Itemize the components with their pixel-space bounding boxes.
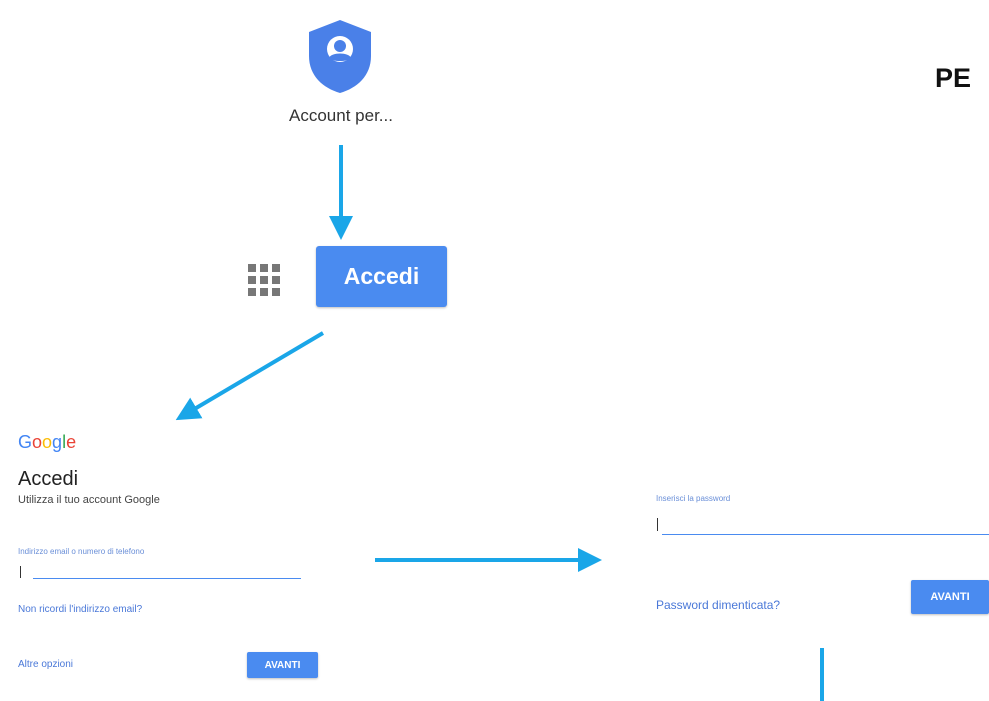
app-label: Account per... bbox=[289, 106, 393, 125]
forgot-password-link[interactable]: Password dimenticata? bbox=[656, 598, 780, 612]
signin-title: Accedi bbox=[18, 468, 79, 490]
password-field-label: Inserisci la password bbox=[656, 494, 731, 503]
password-field[interactable] bbox=[662, 534, 989, 535]
google-logo-letter: o bbox=[32, 432, 43, 452]
apps-grid-icon[interactable] bbox=[248, 264, 282, 298]
next-button-email[interactable]: AVANTI bbox=[247, 652, 318, 678]
email-field[interactable] bbox=[33, 578, 301, 579]
email-field-cursor bbox=[20, 566, 21, 578]
sign-in-button[interactable]: Accedi bbox=[316, 246, 447, 307]
google-logo-letter: G bbox=[18, 432, 33, 452]
arrow-diagonal bbox=[175, 331, 325, 421]
account-shield-icon[interactable] bbox=[305, 18, 375, 94]
email-field-label: Indirizzo email o numero di telefono bbox=[18, 547, 145, 556]
forgot-email-link[interactable]: Non ricordi l'indirizzo email? bbox=[18, 604, 142, 615]
google-logo-letter: g bbox=[52, 432, 63, 452]
more-options-link[interactable]: Altre opzioni bbox=[18, 659, 73, 670]
google-logo: Google bbox=[18, 432, 76, 453]
next-button-password[interactable]: AVANTI bbox=[911, 580, 989, 614]
signin-subtitle: Utilizza il tuo account Google bbox=[18, 494, 160, 506]
page-heading: PE bbox=[935, 63, 972, 93]
google-logo-letter: e bbox=[66, 432, 77, 452]
google-logo-letter: o bbox=[42, 432, 53, 452]
flow-arrows bbox=[175, 145, 824, 701]
password-field-cursor bbox=[657, 518, 658, 531]
